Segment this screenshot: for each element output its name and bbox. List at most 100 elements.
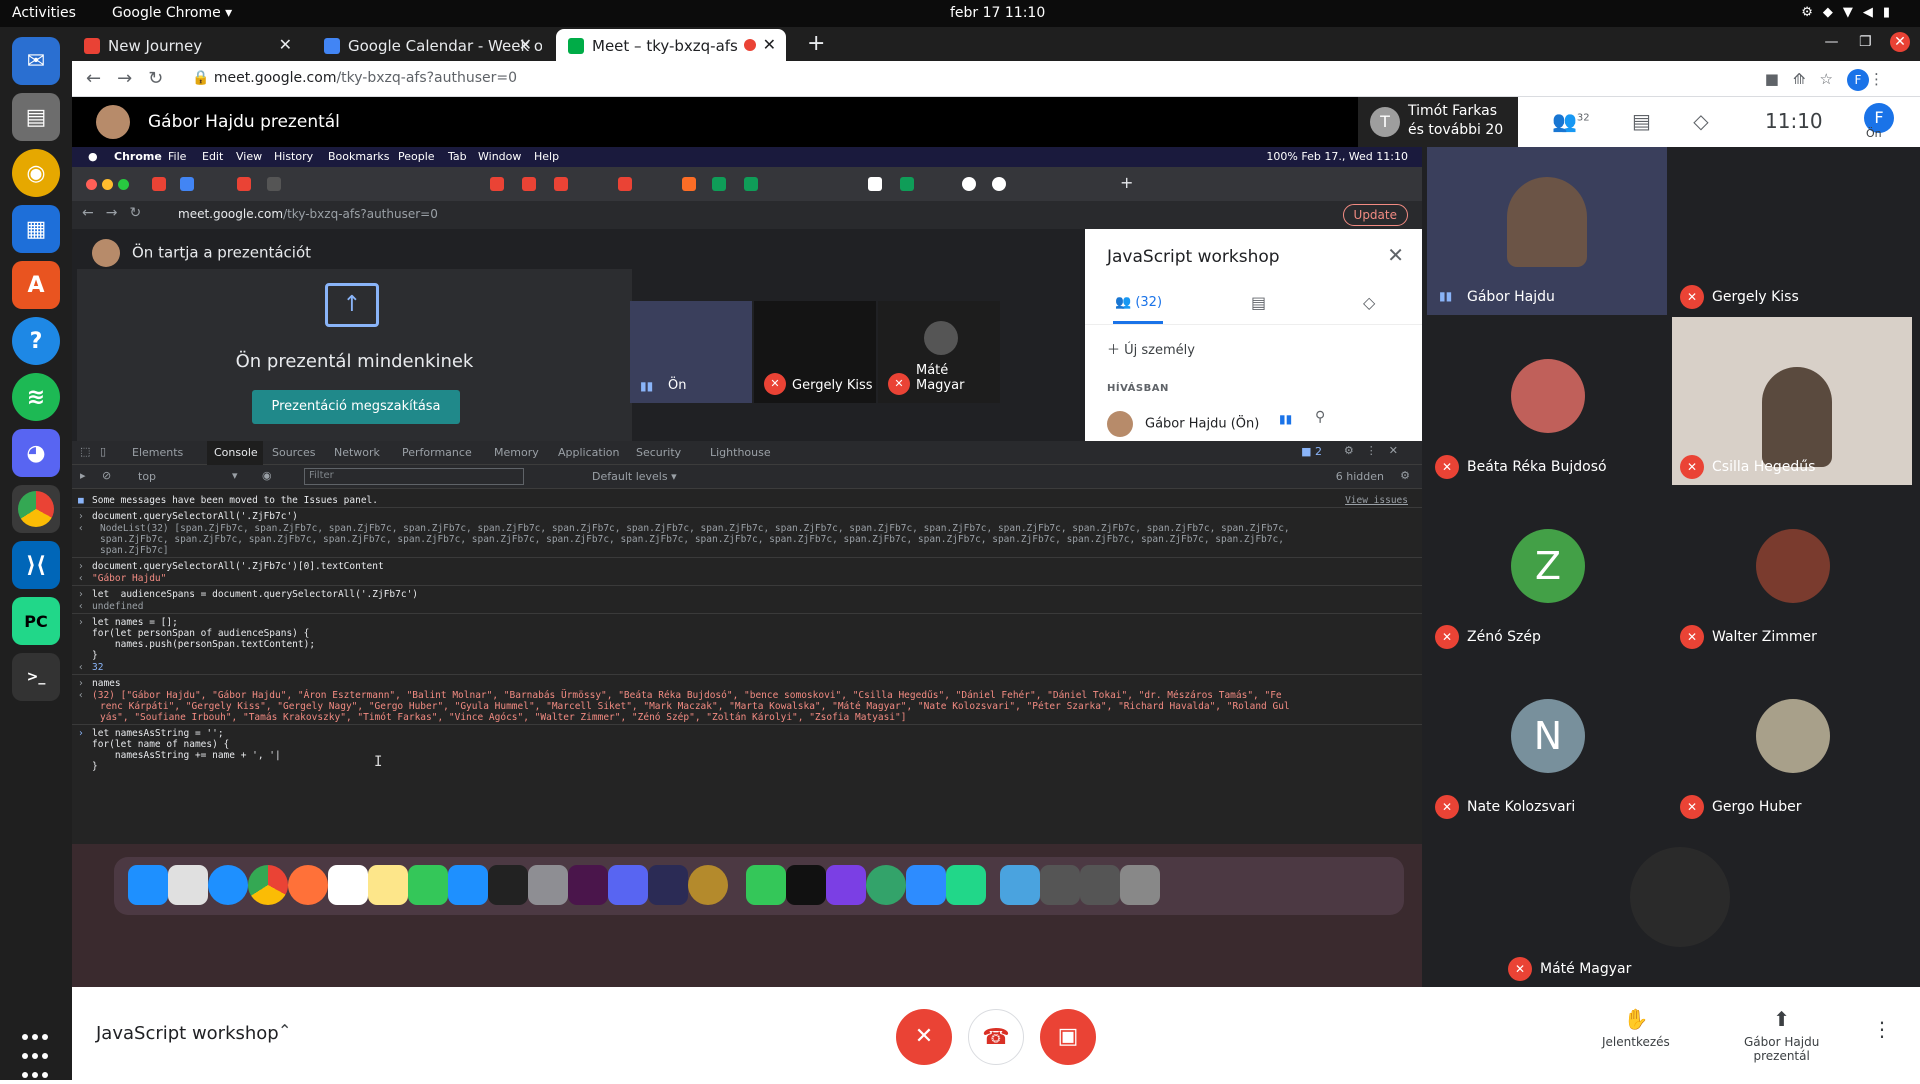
nav-buttons[interactable]: ←→↻ [86, 68, 179, 89]
chrome-icon [248, 865, 288, 905]
console-input-line: for(let name of names) { [92, 739, 230, 750]
presenting-button[interactable]: ⬆ Gábor Hajdu prezentál [1744, 1007, 1819, 1063]
console-line: "Gábor Hajdu" [92, 573, 167, 584]
apple-icon: ● [88, 150, 98, 163]
restore-icon[interactable]: ❐ [1859, 34, 1872, 50]
app-menu[interactable]: Google Chrome ▾ [112, 5, 232, 21]
calendar-favicon-icon [324, 38, 340, 54]
participant-tile[interactable]: ✕ Gergely Kiss [1672, 147, 1912, 315]
console-line: names.push(personSpan.textContent); [92, 639, 316, 650]
presenter-title: Gábor Hajdu prezentál [148, 112, 340, 132]
rhythmbox-icon[interactable]: ◉ [12, 149, 60, 197]
libreoffice-writer-icon[interactable]: ▦ [12, 205, 60, 253]
tab-google-calendar[interactable]: Google Calendar - Week o ✕ [312, 29, 542, 61]
toolbar-actions[interactable]: ■⟰☆ F ⋮ [1765, 69, 1898, 91]
help-icon[interactable]: ? [12, 317, 60, 365]
camera-toggle-button[interactable]: ▣ [1040, 1009, 1096, 1065]
devtools-tab: Elements [132, 446, 184, 459]
clear-icon: ⊘ [102, 469, 112, 482]
participant-tile[interactable]: Z ✕ Zénó Szép [1427, 487, 1667, 655]
devtools-tab: Lighthouse [710, 446, 771, 459]
context-select: top [138, 470, 157, 483]
devtools: ⬚ ▯ Elements Console Sources Network Per… [72, 441, 1422, 844]
tile-name: Ön [668, 378, 687, 393]
text-cursor-icon: I [374, 754, 383, 770]
tab-meet[interactable]: Meet – tky-bxzq-afs ✕ [556, 29, 786, 61]
files-icon[interactable]: ▤ [12, 93, 60, 141]
devtools-tab: Console [214, 446, 258, 459]
mic-off-icon: ✕ [764, 373, 786, 395]
vscode-icon[interactable]: ⟩⟨ [12, 541, 60, 589]
mini-tab-icon [267, 177, 281, 191]
meet-clock: 11:10 [1765, 109, 1823, 133]
discord-icon[interactable]: ◕ [12, 429, 60, 477]
hidden-count: 6 hidden [1335, 470, 1384, 483]
participant-tile[interactable]: ✕ Beáta Réka Bujdosó [1427, 317, 1667, 485]
mac-menu-item: View [236, 150, 263, 163]
more-options-icon[interactable]: ⋮ [1872, 1017, 1892, 1041]
participant-tile[interactable]: ✕ Walter Zimmer [1672, 487, 1912, 655]
leave-call-button[interactable]: ☎ [968, 1009, 1024, 1065]
close-tab-icon[interactable]: ✕ [519, 35, 532, 54]
chat-icon[interactable]: ▤ [1632, 109, 1651, 133]
terminal-icon[interactable]: >_ [12, 653, 60, 701]
tile-name: Gergely Kiss [792, 378, 873, 393]
tab-new-journey[interactable]: New Journey ✕ [72, 29, 302, 61]
system-clock[interactable]: febr 17 11:10 [950, 5, 1045, 21]
presenting-tile-header[interactable]: T Timót Farkas és további 20 [1358, 97, 1518, 147]
raise-hand-button[interactable]: ✋ Jelentkezés [1602, 1007, 1670, 1049]
settings-icon: ⚙ [1400, 469, 1410, 482]
show-apps-icon[interactable] [20, 1027, 52, 1078]
console-line: span.ZjFb7c, span.ZjFb7c, span.ZjFb7c, s… [100, 534, 1284, 545]
calendar-icon [328, 865, 368, 905]
activities-button[interactable]: Activities [12, 5, 76, 21]
mic-off-icon: ✕ [1435, 455, 1459, 479]
software-center-icon[interactable]: A [12, 261, 60, 309]
pycharm-icon[interactable]: PC [12, 597, 60, 645]
chrome-icon[interactable] [12, 485, 60, 533]
participant-tile[interactable]: ✕ Máté Magyar [1500, 819, 1838, 987]
mic-off-icon: ✕ [1435, 795, 1459, 819]
participant-tile[interactable]: ✕ Gergo Huber [1672, 657, 1912, 825]
activities-tab-icon: ◇ [1363, 293, 1376, 312]
spotify-icon[interactable]: ≋ [12, 373, 60, 421]
participant-tile[interactable]: N ✕ Nate Kolozsvari [1427, 657, 1667, 825]
console-filter-bar: ▸ ⊘ top ▾ ◉ Filter Default levels ▾ 6 hi… [72, 465, 1422, 489]
address-bar[interactable]: 🔒 meet.google.com/tky-bxzq-afs?authuser=… [192, 70, 517, 86]
system-preferences-icon [528, 865, 568, 905]
close-tab-icon[interactable]: ✕ [279, 35, 292, 54]
thunderbird-icon[interactable]: ✉ [12, 37, 60, 85]
meet-favicon-icon [568, 38, 584, 54]
console-line: NodeList(32) [span.ZjFb7c, span.ZjFb7c, … [100, 523, 1290, 534]
mini-tab-icon [744, 177, 758, 191]
new-tab-button[interactable]: + [807, 31, 825, 56]
activities-icon[interactable]: ◇ [1693, 109, 1708, 133]
inner-presenting-header: Ön tartja a prezentációt [92, 239, 311, 267]
close-tab-icon[interactable]: ✕ [763, 35, 776, 54]
mac-menu-item: Bookmarks [328, 150, 390, 163]
participant-tile[interactable]: ✕ Csilla Hegedűs [1672, 317, 1912, 485]
system-tray[interactable]: ⚙◆▼◀▮ [1801, 5, 1900, 20]
mac-dock [114, 857, 1404, 915]
people-icon[interactable]: 👥32 [1552, 109, 1590, 133]
finder-icon [128, 865, 168, 905]
meeting-name[interactable]: JavaScript workshop [96, 1023, 279, 1044]
discord-icon [608, 865, 648, 905]
profile-avatar[interactable]: F [1847, 69, 1869, 91]
avatar: Z [1511, 529, 1585, 603]
notes-icon [368, 865, 408, 905]
trash-icon [1120, 865, 1160, 905]
tab-title: New Journey [108, 37, 203, 55]
new-journey-favicon-icon [84, 38, 100, 54]
console-line: let audienceSpans = document.querySelect… [92, 589, 419, 600]
devtools-tab: Network [334, 446, 380, 459]
minimize-icon[interactable]: — [1825, 34, 1839, 50]
participant-tile[interactable]: ▮▮ Gábor Hajdu [1427, 147, 1667, 315]
chevron-up-icon[interactable]: ⌃ [278, 1021, 291, 1040]
tile-line1: Timót Farkas [1408, 103, 1497, 119]
window-close-icon[interactable]: ✕ [1890, 32, 1910, 52]
mic-toggle-button[interactable]: ✕ [896, 1009, 952, 1065]
tile-line2: és további 20 [1408, 122, 1504, 138]
url-host: meet.google.com [213, 70, 337, 86]
mic-off-icon: ✕ [1680, 795, 1704, 819]
